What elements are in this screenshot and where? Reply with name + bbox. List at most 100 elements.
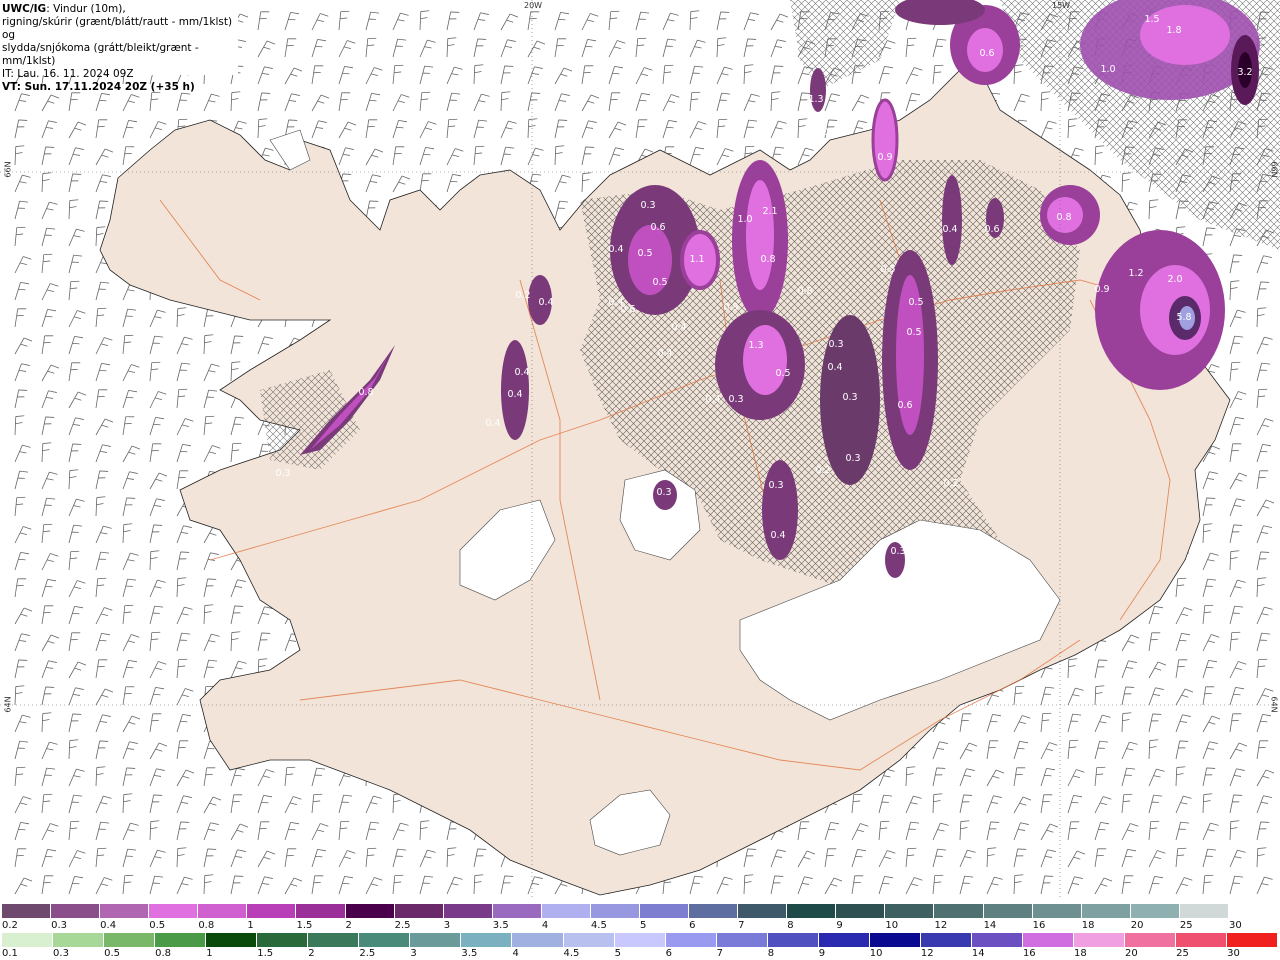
legend-rain-label: 2 [308,948,315,959]
legend-snow-label: 10 [885,920,899,931]
precip-value: 0.3 [822,127,837,138]
legend-snow-label: 14 [983,920,997,931]
legend-snow-label: 4 [541,920,549,931]
legend-snow-swatch [247,904,297,918]
precip-value: 0.6 [897,400,912,411]
precip-value: 0.2 [815,465,830,476]
lon-label-20w: 20W [524,1,543,10]
legend-rain-swatch [359,933,411,947]
precip-value: 1.3 [808,94,823,105]
legend-rain-label: 7 [716,948,724,959]
precip-value: 0.4 [657,348,672,359]
legend-rain-swatch [410,933,462,947]
legend-rain-swatch [818,933,870,947]
legend-snow-label: 0.8 [198,920,215,931]
legend-rain-label: 0.1 [2,948,18,959]
legend-rain-label: 4.5 [563,948,580,959]
map-header: UWC/IG: Vindur (10m), rigning/skúrir (gr… [0,0,238,93]
legend-rain-label: 5 [614,948,621,959]
legend-snow-swatch [198,904,248,918]
precip-value: 0.3 [640,200,655,211]
legend-snow-label: 12 [934,920,948,931]
precip-value: 0.5 [906,327,921,338]
legend-snow-label: 4.5 [590,920,607,931]
legend-snow-swatch [2,904,52,918]
title-line-1: : Vindur (10m), [46,3,126,15]
precip-value: 0.9 [723,302,738,313]
precip-value: 0.8 [1056,212,1071,223]
legend-snow-swatch [296,904,346,918]
legend-rain-label: 3.5 [461,948,478,959]
legend-rain-label: 4 [512,948,519,959]
lat-label-64n-left: 64N [3,696,13,713]
precip-value: 1.5 [1144,14,1159,25]
precip-value: 1.3 [748,340,763,351]
legend-rain-label: 3 [410,948,417,959]
legend-rain-label: 6 [665,948,672,959]
legend-rain-label: 0.5 [104,948,120,959]
legend-snow-label: 6 [689,920,696,931]
precip-value: 0.6 [979,48,994,59]
legend-snow-swatch [443,904,493,918]
legend-rain-swatch [767,933,819,947]
legend-rain-swatch [512,933,564,947]
legend-rain-swatch [716,933,768,947]
precip-value: 1.0 [737,214,752,225]
valid-time: VT: Sun. 17.11.2024 20Z (+35 h) [2,81,195,93]
legend-rain-label: 8 [767,948,775,959]
legend-rain-label: 16 [1022,948,1036,959]
legend-snow-swatch [1081,904,1131,918]
precip-value: 0.4 [705,394,720,405]
precip-value: 0.3 [768,480,783,491]
precip-value: 0.4 [942,224,957,235]
legend-snow-swatch [345,904,395,918]
precip-value: 0.3 [828,339,843,350]
lat-label-66n-left: 66N [3,161,13,178]
legend-rain-colorbar [2,933,1279,947]
legend-snow-swatch [640,904,690,918]
legend-snow-label: 5 [640,920,647,931]
legend-rain-label: 0.8 [155,948,172,959]
model-name: UWC/IG [2,3,47,15]
legend-rain-swatch [461,933,513,947]
precip-value: 0.3 [656,487,671,498]
legend-snow-swatch [738,904,788,918]
legend-rain-swatch [104,933,156,947]
legend-snow-swatch [1130,904,1180,918]
legend-snow-label: 20 [1130,920,1144,931]
legend-snow-swatch [836,904,886,918]
legend-snow-swatch [394,904,444,918]
title-line-3: slydda/snjókoma (grátt/bleikt/grænt - mm… [2,42,199,67]
legend-snow-swatch [100,904,150,918]
legend-snow-label: 0.4 [100,920,117,931]
legend-snow-label: 1.5 [296,920,313,931]
legend-snow-label: 7 [738,920,745,931]
precip-value: 0.5 [775,368,790,379]
legend-rain-label: 12 [920,948,934,959]
legend-rain-swatch [1073,933,1126,947]
legend-snow-label: 25 [1179,920,1193,931]
legend-snow-label: 8 [787,920,794,931]
legend-snow-label: 18 [1081,920,1095,931]
legend-snow-swatch [934,904,984,918]
legend-rain-label: 20 [1125,948,1138,959]
legend-snow-swatch [983,904,1033,918]
precip-value: 1.0 [1100,64,1115,75]
legend-snow-swatch [1228,904,1279,918]
legend-snow-swatch [590,904,641,918]
precip-value: 0.9 [877,152,892,163]
legend-rain-label: 2.5 [359,948,376,959]
legend-snow-swatch [51,904,101,918]
lon-label-15w: 15W [1052,1,1071,10]
legend-rain-label: 1 [206,948,213,959]
legend-rain-label: 25 [1176,948,1189,959]
precip-value: 0.4 [608,244,623,255]
precip-value: 0.4 [671,322,686,333]
title-line-2: rigning/skúrir (grænt/blátt/rautt - mm/1… [2,16,233,41]
precip-value: 0.4 [507,389,522,400]
legend-rain-swatch [1176,933,1228,947]
legend-rain-swatch [563,933,615,947]
legend-snow-swatch [787,904,837,918]
precip-value: 0.5 [637,248,652,259]
legend-rain-label: 14 [971,948,985,959]
